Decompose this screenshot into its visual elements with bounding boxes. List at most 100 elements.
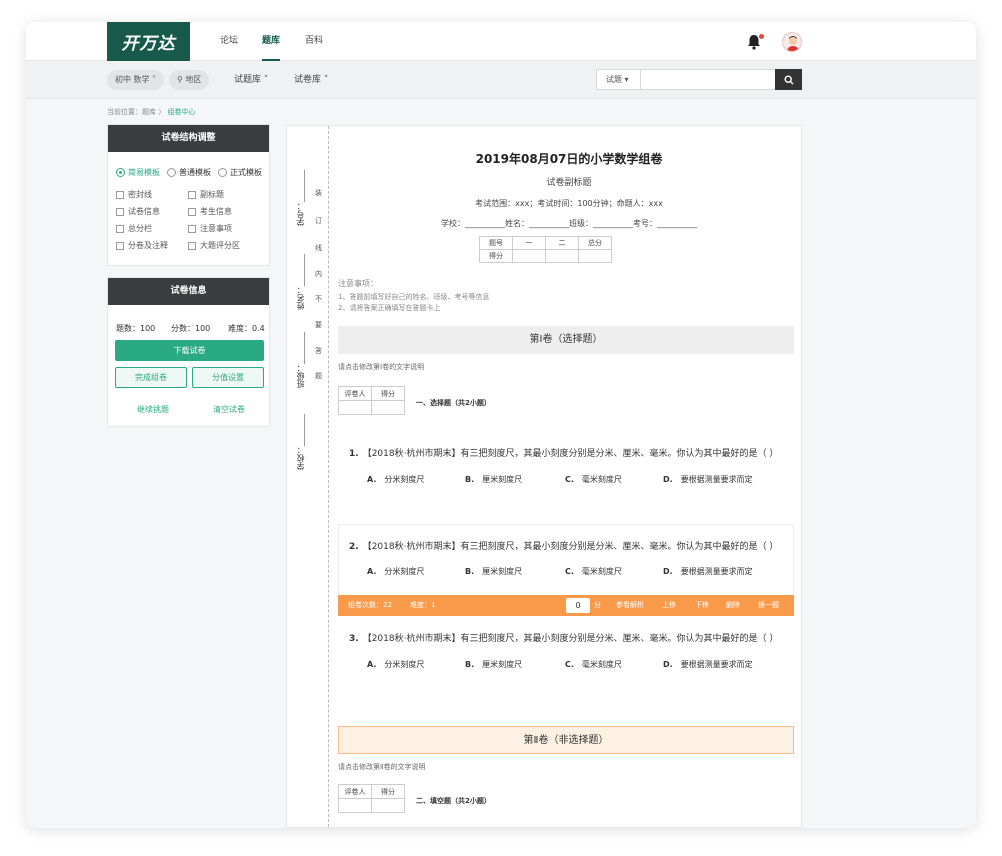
template-radio-normal[interactable]: 普通模板	[167, 167, 211, 178]
binding-word: 要	[315, 321, 322, 329]
option-d[interactable]: D. 要根据测量要求而定	[663, 659, 753, 670]
paper-title[interactable]: 2019年08月07日的小学数学组卷	[287, 150, 801, 167]
breadcrumb-prefix: 当前位置：	[107, 108, 142, 116]
total-score: 分数：100	[171, 324, 211, 333]
nav-wiki[interactable]: 百科	[305, 22, 323, 61]
continue-pick-link[interactable]: 继续挑题	[137, 404, 169, 415]
replace-question-link[interactable]: 换一题	[758, 595, 779, 616]
score-input[interactable]: 0	[566, 598, 590, 613]
binding-word: 题	[315, 372, 322, 380]
move-down-link[interactable]: 下移	[695, 595, 709, 616]
grader-header: 评卷人	[338, 784, 372, 799]
section2-header[interactable]: 第Ⅱ卷（非选择题）	[338, 726, 794, 754]
score-settings-button[interactable]: 分值设置	[192, 367, 264, 388]
option-a[interactable]: A. 分米刻度尺	[367, 659, 424, 670]
app-window: 开万达 论坛 题库 百科 初中 数学 ˅ ⚲ 地区 试题库 ˅ 试卷库 ˅ 试题…	[26, 22, 976, 828]
search-input[interactable]	[640, 69, 776, 90]
checkbox-subtitle[interactable]: 副标题	[188, 189, 224, 200]
checkbox-paper-info[interactable]: 试卷信息	[116, 206, 160, 217]
question-bank-label: 试题库	[234, 75, 262, 85]
user-avatar[interactable]	[782, 32, 802, 52]
question-number: 1.	[349, 449, 359, 459]
move-up-link[interactable]: 上移	[662, 595, 676, 616]
template-radio-formal[interactable]: 正式模板	[218, 167, 262, 178]
option-a[interactable]: A. 分米刻度尺	[367, 474, 424, 485]
search-button[interactable]	[775, 69, 802, 90]
nav-forum[interactable]: 论坛	[220, 22, 238, 61]
checkbox-grading-area[interactable]: 大题评分区	[188, 240, 240, 251]
checkbox-seal-line[interactable]: 密封线	[116, 189, 152, 200]
part2-title: 二、填空题（共2小题）	[416, 797, 491, 805]
score-table: 题号 一 二 总分 得分	[479, 236, 612, 263]
option-d[interactable]: D. 要根据测量要求而定	[663, 566, 753, 577]
clear-paper-link[interactable]: 清空试卷	[213, 404, 245, 415]
grader-header: 评卷人	[338, 386, 372, 401]
option-c[interactable]: C. 毫米刻度尺	[565, 659, 622, 670]
paper-meta: 考试范围：xxx；考试时间：100分钟；命题人：xxx	[475, 199, 663, 208]
question-2[interactable]: 2. 【2018秋·杭州市期末】有三把刻度尺，其最小刻度分别是分米、厘米、毫米。你…	[349, 539, 778, 552]
section1-header[interactable]: 第Ⅰ卷（选择题）	[338, 326, 794, 354]
checkbox-notice[interactable]: 注意事项	[188, 223, 232, 234]
option-b[interactable]: B. 厘米刻度尺	[465, 566, 522, 577]
location-pin-icon: ⚲	[177, 75, 183, 84]
breadcrumb: 当前位置：题库 〉 组卷中心	[107, 107, 195, 117]
chevron-down-icon: ˅	[152, 75, 157, 84]
option-d[interactable]: D. 要根据测量要求而定	[663, 474, 753, 485]
option-c[interactable]: C. 毫米刻度尺	[565, 566, 622, 577]
binding-word: 内	[315, 270, 322, 278]
binding-word: 装	[315, 189, 322, 197]
checkbox-total-score[interactable]: 总分栏	[116, 223, 152, 234]
nav-question-bank[interactable]: 题库	[262, 22, 281, 61]
question-number: 3.	[349, 634, 359, 644]
chevron-down-icon: ˅	[323, 75, 329, 85]
download-paper-button[interactable]: 下载试卷	[115, 340, 264, 361]
finish-paper-button[interactable]: 完成组卷	[115, 367, 187, 388]
breadcrumb-root[interactable]: 题库	[142, 108, 156, 116]
score-table-header: 二	[545, 236, 579, 250]
option-a[interactable]: A. 分米刻度尺	[367, 566, 424, 577]
score-table-header: 总分	[578, 236, 612, 250]
question-bank-dropdown[interactable]: 试题库 ˅	[234, 70, 268, 90]
binding-word: 线	[315, 244, 322, 252]
binding-name: 姓名：________	[296, 254, 305, 310]
paper-info-panel: 试卷信息 题数：100 分数：100 难度：0.4 下载试卷 完成组卷 分值设置…	[107, 277, 270, 427]
question-text: 【2018秋·杭州市期末】有三把刻度尺，其最小刻度分别是分米、厘米、毫米。你认为…	[362, 634, 779, 644]
grader-table: 评卷人 得分	[338, 386, 405, 415]
option-c[interactable]: C. 毫米刻度尺	[565, 474, 622, 485]
question-text: 【2018秋·杭州市期末】有三把刻度尺，其最小刻度分别是分米、厘米、毫米。你认为…	[362, 542, 779, 552]
search-type-label: 试题	[606, 75, 622, 84]
binding-word: 不	[315, 295, 322, 303]
notice-item: 1、答题前填写好自己的姓名、班级、考号等信息	[338, 293, 490, 301]
grader-header: 得分	[371, 386, 405, 401]
question-count: 题数：100	[116, 324, 156, 333]
question-1[interactable]: 1. 【2018秋·杭州市期末】有三把刻度尺，其最小刻度分别是分米、厘米、毫米。你…	[349, 446, 778, 459]
template-radio-simple[interactable]: 简易模板	[116, 167, 160, 178]
site-logo[interactable]: 开万达	[107, 22, 190, 61]
checkbox-student-info[interactable]: 考生信息	[188, 206, 232, 217]
question-action-bar: 组卷次数：22 难度：1 0 分 参看解析 上移 下移 删除 换一题	[338, 595, 794, 616]
structure-panel: 试卷结构调整 简易模板 普通模板 正式模板 密封线 副标题 试卷信息 考生信息 …	[107, 124, 270, 266]
delete-link[interactable]: 删除	[726, 595, 740, 616]
region-label: 地区	[185, 75, 202, 84]
paper-subtitle[interactable]: 试卷副标题	[287, 175, 801, 188]
option-b[interactable]: B. 厘米刻度尺	[465, 474, 522, 485]
notice-title: 注意事项：	[338, 279, 378, 288]
grade-subject-select[interactable]: 初中 数学 ˅	[107, 70, 165, 90]
paper-bank-dropdown[interactable]: 试卷库 ˅	[294, 70, 328, 90]
option-b[interactable]: B. 厘米刻度尺	[465, 659, 522, 670]
score-table-row-label: 得分	[479, 249, 513, 263]
score-cell	[578, 249, 612, 263]
view-analysis-link[interactable]: 参看解析	[616, 595, 644, 616]
checkbox-sections[interactable]: 分卷及注释	[116, 240, 168, 251]
region-select[interactable]: ⚲ 地区	[169, 70, 210, 90]
section2-hint[interactable]: 请点击修改第Ⅱ卷的文字说明	[338, 762, 425, 772]
notification-dot	[759, 34, 764, 39]
search-type-select[interactable]: 试题 ▾	[596, 69, 640, 90]
top-navbar: 开万达 论坛 题库 百科	[26, 22, 976, 61]
question-3[interactable]: 3. 【2018秋·杭州市期末】有三把刻度尺，其最小刻度分别是分米、厘米、毫米。你…	[349, 631, 778, 644]
breadcrumb-current: 组卷中心	[167, 108, 196, 116]
section1-hint[interactable]: 请点击修改第I卷的文字说明	[338, 362, 424, 372]
grader-cell	[338, 798, 372, 813]
difficulty: 难度：0.4	[228, 324, 265, 333]
grader-header: 得分	[371, 784, 405, 799]
